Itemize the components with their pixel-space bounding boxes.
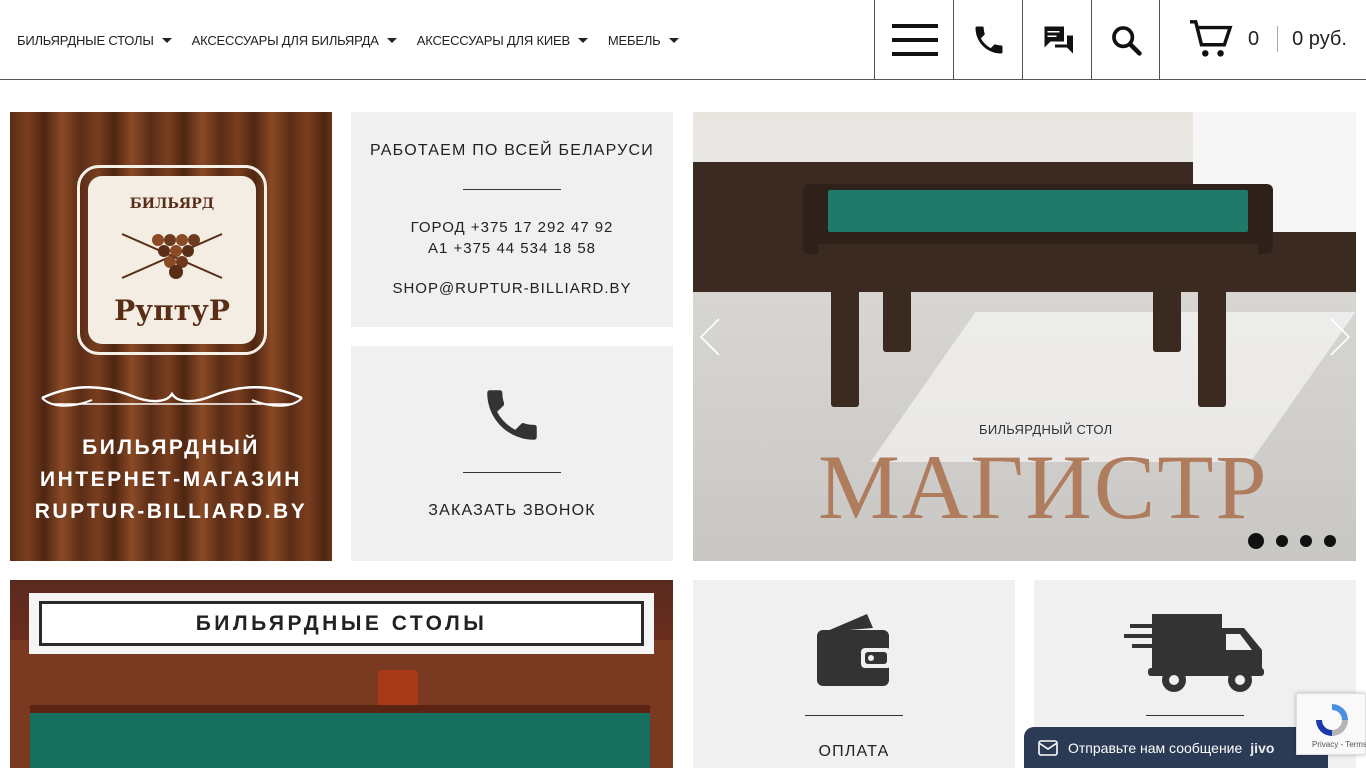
nav-item-billiard-tables[interactable]: БИЛЬЯРДНЫЕ СТОЛЫ [17, 33, 172, 48]
contacts-title: РАБОТАЕМ ПО ВСЕЙ БЕЛАРУСИ [370, 142, 654, 159]
phone-icon [975, 26, 1002, 54]
billiard-tables-banner[interactable]: БИЛЬЯРДНЫЕ СТОЛЫ [29, 593, 654, 654]
divider [1146, 715, 1244, 716]
logo-tile[interactable]: БИЛЬЯРД РуптуР БИЛЬЯРДНЫЙ ИНТЕРНЕТ-МАГАЗ… [10, 112, 332, 561]
billiard-tables-tile[interactable]: БИЛЬЯРДНЫЕ СТОЛЫ [10, 580, 673, 768]
cart-divider [1277, 26, 1279, 52]
logo: БИЛЬЯРД РуптуР [77, 165, 267, 355]
email-link[interactable]: SHOP@RUPTUR-BILLIARD.BY [351, 280, 673, 297]
search-button[interactable] [1091, 0, 1160, 80]
recaptcha-badge[interactable]: Privacy - Terms [1296, 693, 1366, 755]
menu-icon [891, 24, 938, 28]
jivo-logo: jivo [1250, 739, 1275, 756]
slide-image-leg [1198, 282, 1226, 407]
nav-item-cue-accessories[interactable]: АКСЕССУАРЫ ДЛЯ КИЕВ [417, 33, 588, 48]
billiard-tables-banner-frame: БИЛЬЯРДНЫЕ СТОЛЫ [39, 601, 644, 646]
chat-icon [1042, 26, 1073, 54]
hero-slider[interactable]: БИЛЬЯРДНЫЙ СТОЛ МАГИСТР [693, 112, 1356, 561]
slide-image-leg [1153, 282, 1181, 352]
slider-prev-button[interactable] [699, 317, 721, 357]
delivery-truck-icon [1124, 614, 1264, 692]
nav-item-label: БИЛЬЯРДНЫЕ СТОЛЫ [17, 32, 154, 48]
cart-count: 0 [1248, 27, 1260, 50]
caret-down-icon [386, 37, 397, 43]
contacts-tile: РАБОТАЕМ ПО ВСЕЙ БЕЛАРУСИ ГОРОД +375 17 … [351, 112, 673, 327]
city-phone[interactable]: ГОРОД +375 17 292 47 92 [351, 219, 673, 236]
recaptcha-links[interactable]: Privacy - Terms [1312, 740, 1366, 749]
logo-caption-line: RUPTUR-BILLIARD.BY [34, 500, 308, 523]
divider [463, 472, 561, 473]
divider [805, 715, 903, 716]
logo-inner: БИЛЬЯРД РуптуР [88, 176, 256, 344]
billiard-balls-icon [121, 233, 223, 279]
nav-item-label: АКСЕССУАРЫ ДЛЯ КИЕВ [416, 32, 570, 48]
request-call-tile[interactable]: ЗАКАЗАТЬ ЗВОНОК [351, 346, 673, 561]
tables-image-pool-table [30, 705, 650, 768]
slide-image-leg [883, 282, 911, 352]
cart-icon [1190, 20, 1233, 57]
logo-caption-line: ИНТЕРНЕТ-МАГАЗИН [40, 468, 302, 491]
chat-widget[interactable]: Отправьте нам сообщение jivo [1024, 727, 1328, 768]
cart[interactable]: 0 0 руб. [1188, 14, 1347, 64]
chat-button[interactable] [1022, 0, 1092, 80]
phone-button[interactable] [953, 0, 1023, 80]
logo-small-text: БИЛЬЯРД [129, 196, 215, 212]
menu-icon-bar [891, 52, 938, 56]
payment-label: ОПЛАТА [818, 743, 890, 760]
a1-phone[interactable]: A1 +375 44 534 18 58 [351, 240, 673, 257]
slider-dot[interactable] [1248, 533, 1264, 549]
billiard-tables-label: БИЛЬЯРДНЫЕ СТОЛЫ [195, 611, 488, 635]
caret-down-icon [668, 37, 679, 43]
slider-dot[interactable] [1300, 535, 1312, 547]
phone-icon [487, 390, 537, 440]
slide-image-leg [831, 282, 859, 407]
recaptcha-icon [1316, 704, 1348, 736]
logo-caption-line: БИЛЬЯРДНЫЙ [82, 436, 260, 459]
menu-icon-bar [891, 38, 938, 42]
logo-big-text: РуптуР [114, 294, 230, 327]
slider-dot[interactable] [1276, 535, 1288, 547]
payment-tile[interactable]: ОПЛАТА [693, 580, 1015, 768]
caret-down-icon [577, 37, 588, 43]
site-header: БИЛЬЯРДНЫЕ СТОЛЫ АКСЕССУАРЫ ДЛЯ БИЛЬЯРДА… [0, 0, 1366, 80]
menu-button[interactable] [874, 0, 954, 80]
logo-caption: БИЛЬЯРДНЫЙ ИНТЕРНЕТ-МАГАЗИН RUPTUR-BILLI… [10, 432, 332, 528]
wallet-icon [817, 614, 891, 686]
cart-sum: 0 руб. [1292, 27, 1347, 50]
slide-image-cloth [828, 190, 1248, 232]
ornament-divider [41, 386, 303, 407]
slide-title: МАГИСТР [818, 436, 1269, 538]
slider-dots [1248, 533, 1336, 549]
search-icon [1111, 26, 1142, 56]
main-nav: БИЛЬЯРДНЫЕ СТОЛЫ АКСЕССУАРЫ ДЛЯ БИЛЬЯРДА… [17, 0, 699, 80]
nav-item-label: МЕБЕЛЬ [607, 32, 661, 48]
slide-subtitle: БИЛЬЯРДНЫЙ СТОЛ [979, 422, 1113, 437]
slider-next-button[interactable] [1329, 317, 1351, 357]
envelope-icon [1038, 739, 1058, 756]
divider [463, 189, 561, 190]
caret-down-icon [161, 37, 172, 43]
nav-item-billiard-accessories[interactable]: АКСЕССУАРЫ ДЛЯ БИЛЬЯРДА [192, 33, 397, 48]
nav-item-furniture[interactable]: МЕБЕЛЬ [608, 33, 679, 48]
nav-item-label: АКСЕССУАРЫ ДЛЯ БИЛЬЯРДА [191, 32, 379, 48]
request-call-label: ЗАКАЗАТЬ ЗВОНОК [428, 502, 596, 519]
slider-dot[interactable] [1324, 535, 1336, 547]
chat-widget-text: Отправьте нам сообщение [1068, 739, 1243, 756]
